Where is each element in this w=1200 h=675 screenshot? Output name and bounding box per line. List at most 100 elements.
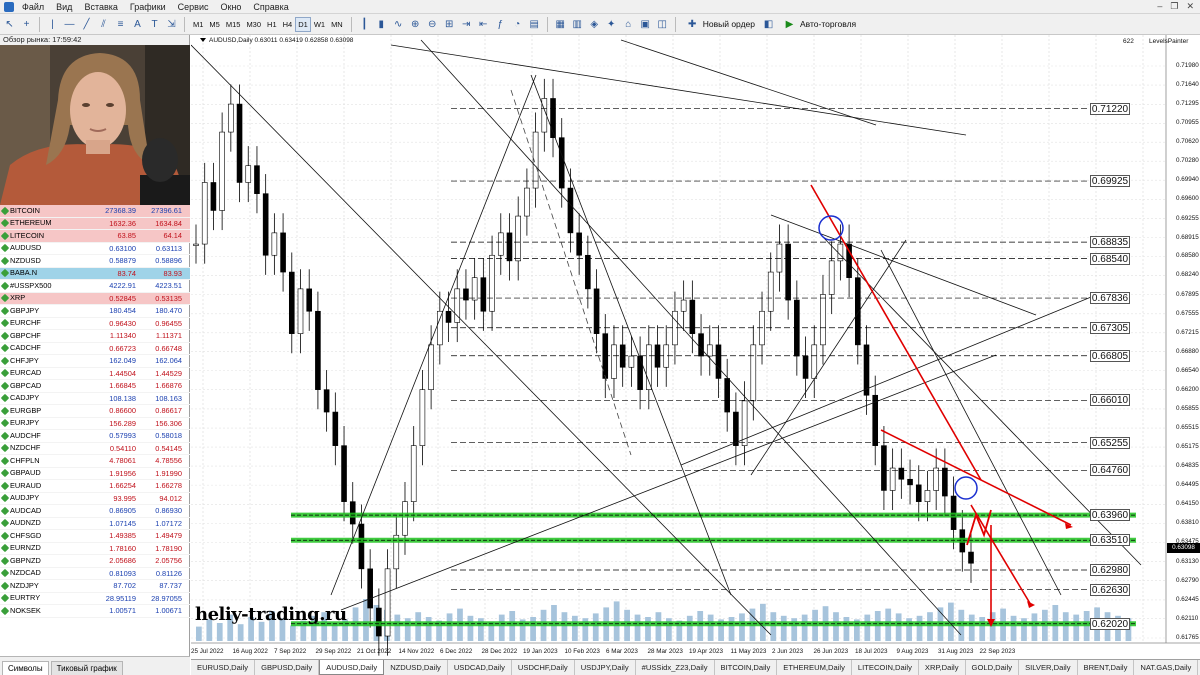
timeframe-m5[interactable]: M5: [206, 17, 222, 32]
chart-tab[interactable]: USDCHF,Daily: [512, 660, 575, 675]
quote-row[interactable]: EURGBP 0.86600 0.86617: [0, 405, 190, 418]
quote-row[interactable]: EURNZD 1.78160 1.78190: [0, 543, 190, 555]
timeframe-w1[interactable]: W1: [311, 17, 328, 32]
quote-row[interactable]: CADCHF 0.66723 0.66748: [0, 343, 190, 355]
terminal-icon[interactable]: ▣: [638, 17, 653, 32]
minimize-icon[interactable]: –: [1157, 1, 1162, 12]
chart-tab[interactable]: BITCOIN,Daily: [715, 660, 778, 675]
shapes-icon[interactable]: ⇲: [164, 17, 179, 32]
chart-tab[interactable]: GOLD,Daily: [966, 660, 1020, 675]
chart-tab[interactable]: #USSidx_Z23,Daily: [636, 660, 715, 675]
quote-row[interactable]: AUDUSD 0.63100 0.63113: [0, 243, 190, 255]
timeframe-h1[interactable]: H1: [264, 17, 280, 32]
timeframe-m30[interactable]: M30: [243, 17, 264, 32]
timeframe-m15[interactable]: M15: [223, 17, 244, 32]
fibonacci-icon[interactable]: ≡: [113, 17, 128, 32]
menu-item-вид[interactable]: Вид: [50, 2, 78, 12]
menu-item-справка[interactable]: Справка: [247, 2, 294, 12]
vertical-line-icon[interactable]: |: [45, 17, 60, 32]
scroll-end-icon[interactable]: ⇥: [459, 17, 474, 32]
chart-tab[interactable]: ETHEREUM,Daily: [777, 660, 852, 675]
chart-tab[interactable]: BRENT,Daily: [1078, 660, 1135, 675]
quote-row[interactable]: EURCAD 1.44504 1.44529: [0, 368, 190, 380]
crosshair-icon[interactable]: +: [19, 17, 34, 32]
quote-row[interactable]: CHFSGD 1.49385 1.49479: [0, 530, 190, 543]
text-tool-icon[interactable]: A: [130, 17, 145, 32]
chart-tab[interactable]: AUDUSD,Daily: [319, 660, 385, 675]
tile-windows-icon[interactable]: ⊞: [442, 17, 457, 32]
new-chart-icon[interactable]: ▦: [553, 17, 568, 32]
chart-window[interactable]: AUDUSD,Daily 0.63011 0.63419 0.62858 0.6…: [191, 35, 1200, 659]
zoom-in-icon[interactable]: ⊕: [408, 17, 423, 32]
label-tool-icon[interactable]: T: [147, 17, 162, 32]
chart-tab[interactable]: LITECOIN,Daily: [852, 660, 919, 675]
navigator-icon[interactable]: ⌂: [621, 17, 636, 32]
quote-row[interactable]: EURTRY 28.95119 28.97055: [0, 593, 190, 605]
quote-row[interactable]: GBPAUD 1.91956 1.91990: [0, 468, 190, 480]
quote-row[interactable]: NOKSEK 1.00571 1.00671: [0, 605, 190, 618]
quote-row[interactable]: BABA.N 83.74 83.93: [0, 267, 190, 280]
quote-row[interactable]: AUDJPY 93.995 94.012: [0, 493, 190, 505]
menu-item-окно[interactable]: Окно: [215, 2, 248, 12]
quote-row[interactable]: GBPCAD 1.66845 1.66876: [0, 380, 190, 393]
new-order-button[interactable]: ✚ Новый ордер: [681, 17, 759, 32]
quote-row[interactable]: NZDCHF 0.54110 0.54145: [0, 443, 190, 455]
chart-tab[interactable]: EURUSD,Daily: [191, 660, 256, 675]
menu-item-файл[interactable]: Файл: [16, 2, 50, 12]
quote-row[interactable]: BITCOIN 27368.39 27396.61: [0, 205, 190, 218]
chart-tab[interactable]: NAT.GAS,Daily: [1134, 660, 1199, 675]
quote-row[interactable]: LITECOIN 63.85 64.14: [0, 230, 190, 243]
quote-row[interactable]: CADJPY 108.138 108.163: [0, 393, 190, 405]
timeframe-h4[interactable]: H4: [280, 17, 296, 32]
autotrading-button[interactable]: ▶ Авто-торговля: [778, 17, 860, 32]
bar-chart-icon[interactable]: ┃: [357, 17, 372, 32]
quote-row[interactable]: AUDNZD 1.07145 1.07172: [0, 518, 190, 530]
quote-row[interactable]: NZDCAD 0.81093 0.81126: [0, 568, 190, 580]
quote-row[interactable]: ETHEREUM 1632.36 1634.84: [0, 217, 190, 230]
quote-row[interactable]: AUDCHF 0.57993 0.58018: [0, 430, 190, 443]
chart-tab[interactable]: XRP,Daily: [919, 660, 966, 675]
templates-icon[interactable]: ▤: [527, 17, 542, 32]
market-watch-icon[interactable]: ◈: [587, 17, 602, 32]
chart-tab[interactable]: USDJPY,Daily: [575, 660, 636, 675]
quote-row[interactable]: EURAUD 1.66254 1.66278: [0, 480, 190, 493]
market-watch-tab[interactable]: Символы: [2, 661, 49, 675]
quote-row[interactable]: NZDJPY 87.702 87.737: [0, 580, 190, 593]
trendline-icon[interactable]: ╱: [79, 17, 94, 32]
chart-tab[interactable]: GBPUSD,Daily: [255, 660, 320, 675]
quote-row[interactable]: EURCHF 0.96430 0.96455: [0, 318, 190, 330]
close-icon[interactable]: ✕: [1186, 1, 1194, 12]
indicators-icon[interactable]: ƒ: [493, 17, 508, 32]
tester-icon[interactable]: ◫: [655, 17, 670, 32]
line-chart-icon[interactable]: ∿: [391, 17, 406, 32]
quote-row[interactable]: CHFPLN 4.78061 4.78556: [0, 455, 190, 468]
chart-shift-icon[interactable]: ⇤: [476, 17, 491, 32]
menu-item-вставка[interactable]: Вставка: [78, 2, 123, 12]
price-chart[interactable]: [191, 35, 1200, 659]
timeframe-d1[interactable]: D1: [295, 16, 311, 32]
profiles-icon[interactable]: ▥: [570, 17, 585, 32]
quote-row[interactable]: AUDCAD 0.86905 0.86930: [0, 505, 190, 518]
quote-row[interactable]: CHFJPY 162.049 162.064: [0, 355, 190, 368]
zoom-out-icon[interactable]: ⊖: [425, 17, 440, 32]
clock-icon[interactable]: ◔: [510, 17, 525, 32]
quote-row[interactable]: NZDUSD 0.58879 0.58896: [0, 255, 190, 268]
data-window-icon[interactable]: ✦: [604, 17, 619, 32]
quote-row[interactable]: XRP 0.52845 0.53135: [0, 292, 190, 305]
metaeditor-icon[interactable]: ◧: [761, 17, 776, 32]
channel-icon[interactable]: ⫽: [96, 17, 111, 32]
chart-tab[interactable]: NZDUSD,Daily: [384, 660, 448, 675]
horizontal-line-icon[interactable]: —: [62, 17, 77, 32]
menu-item-графики[interactable]: Графики: [124, 2, 172, 12]
quote-row[interactable]: EURJPY 156.289 156.306: [0, 418, 190, 430]
menu-item-сервис[interactable]: Сервис: [172, 2, 215, 12]
timeframe-m1[interactable]: M1: [190, 17, 206, 32]
quote-row[interactable]: GBPNZD 2.05686 2.05756: [0, 555, 190, 568]
chart-tab[interactable]: SILVER,Daily: [1019, 660, 1078, 675]
candles-icon[interactable]: ▮: [374, 17, 389, 32]
quote-row[interactable]: #USSPX500 4222.91 4223.51: [0, 280, 190, 293]
cursor-icon[interactable]: ↖: [2, 17, 17, 32]
restore-icon[interactable]: ❐: [1170, 1, 1178, 12]
timeframe-mn[interactable]: MN: [328, 17, 346, 32]
market-watch-tab[interactable]: Тиковый график: [50, 661, 123, 675]
